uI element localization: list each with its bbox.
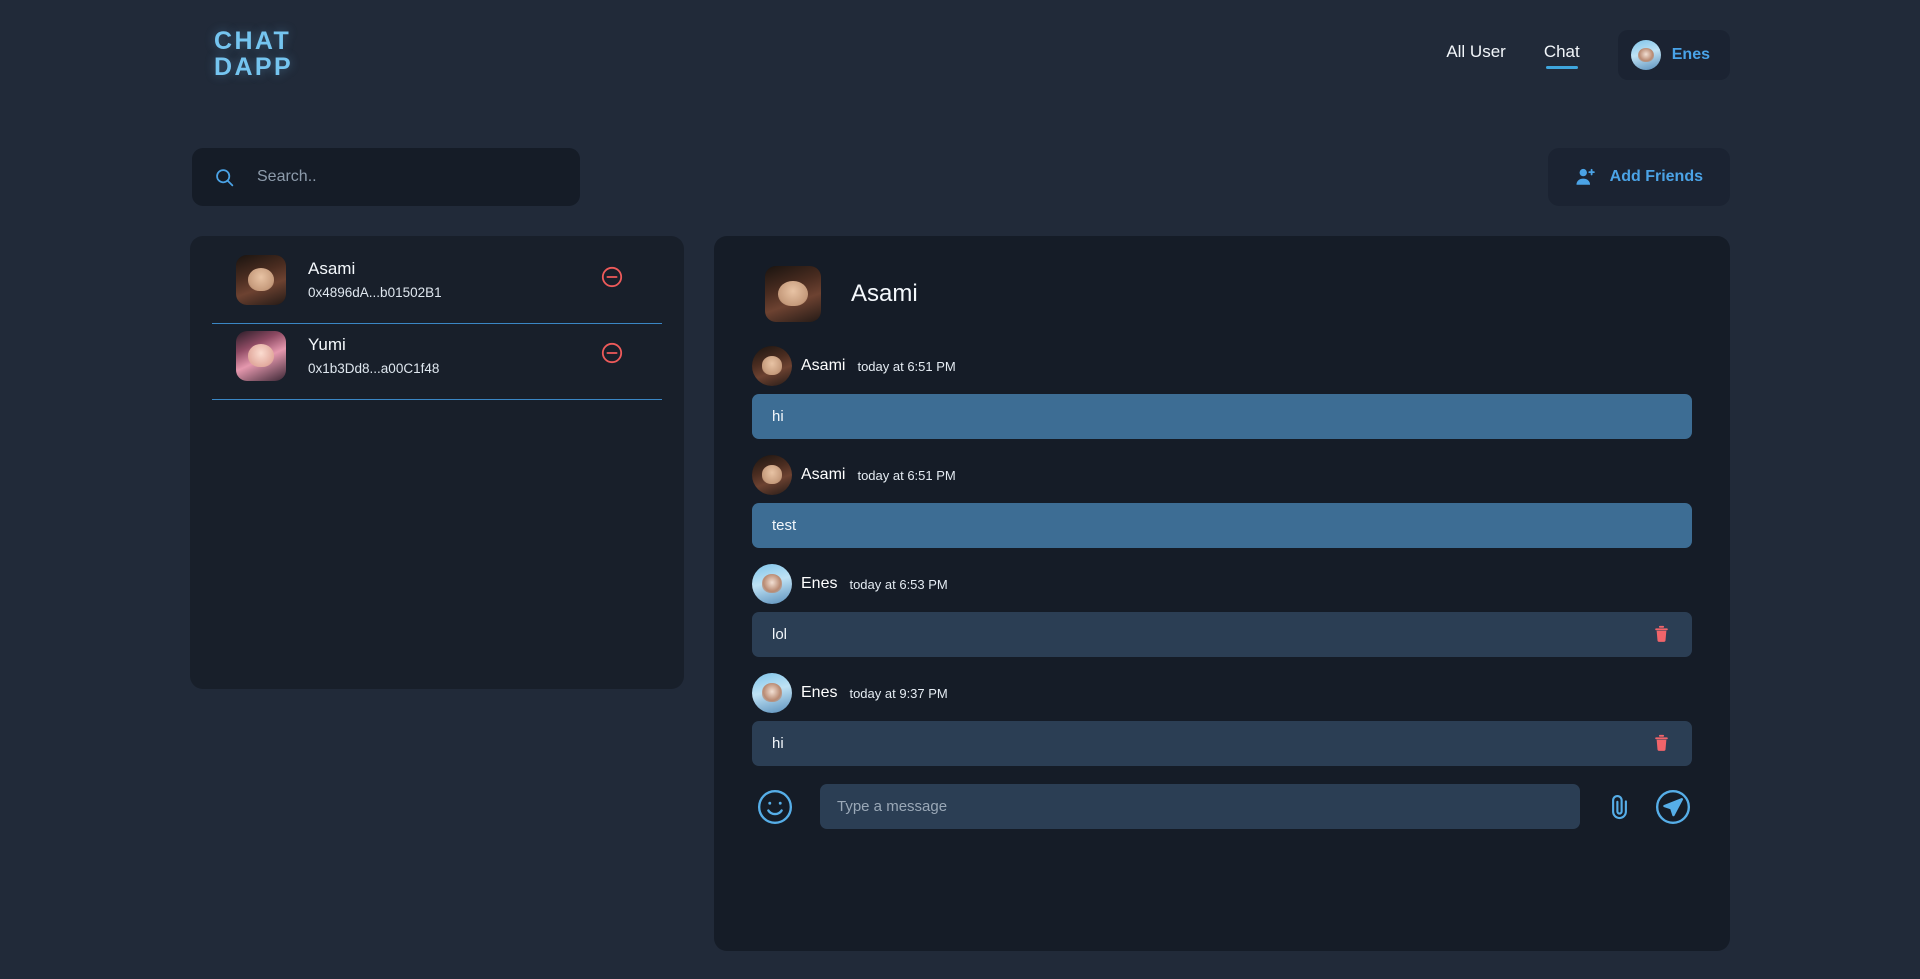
friend-details: Yumi 0x1b3Dd8...a00C1f48 [308, 335, 600, 376]
message-item: Enes today at 6:53 PM lol [752, 564, 1692, 657]
search-box[interactable] [192, 148, 580, 206]
nav-item-all-user[interactable]: All User [1446, 42, 1506, 69]
app-header: CHAT DAPP All User Chat Enes [0, 0, 1920, 110]
delete-message-icon[interactable] [1653, 732, 1670, 755]
app-logo[interactable]: CHAT DAPP [214, 27, 294, 81]
message-list: Asami today at 6:51 PM hi Asami today at… [752, 346, 1692, 766]
delete-message-icon[interactable] [1653, 623, 1670, 646]
message-author: Asami [801, 466, 846, 483]
message-composer [752, 784, 1692, 829]
message-timestamp: today at 6:53 PM [849, 576, 948, 592]
message-timestamp: today at 6:51 PM [857, 358, 956, 374]
message-bubble: hi [752, 721, 1692, 766]
search-input[interactable] [257, 168, 580, 186]
friend-address: 0x1b3Dd8...a00C1f48 [308, 361, 440, 376]
friends-list-panel: Asami 0x4896dA...b01502B1 Yumi 0x1b3Dd8.… [190, 236, 684, 689]
minus-circle-icon[interactable] [600, 265, 624, 294]
message-avatar [752, 673, 792, 713]
chat-header-title: Asami [851, 280, 918, 307]
message-text: lol [772, 626, 788, 643]
message-avatar [752, 455, 792, 495]
toolbar: Add Friends [190, 148, 1730, 206]
user-plus-icon [1575, 166, 1597, 188]
chat-header-avatar [765, 266, 821, 322]
friend-name: Yumi [308, 335, 346, 354]
send-icon[interactable] [1654, 788, 1692, 826]
message-item: Enes today at 9:37 PM hi [752, 673, 1692, 766]
message-avatar [752, 564, 792, 604]
friend-avatar [236, 254, 286, 305]
friend-details: Asami 0x4896dA...b01502B1 [308, 259, 600, 300]
message-item: Asami today at 6:51 PM test [752, 455, 1692, 548]
message-timestamp: today at 6:51 PM [857, 467, 956, 483]
message-bubble: test [752, 503, 1692, 548]
account-button[interactable]: Enes [1617, 30, 1730, 80]
message-author: Enes [801, 575, 838, 592]
chat-header: Asami [752, 258, 1692, 330]
message-meta: Enes today at 9:37 PM [752, 673, 1692, 713]
message-text: test [772, 517, 797, 534]
logo-line-1: CHAT [214, 27, 292, 56]
message-author: Asami [801, 357, 846, 374]
message-item: Asami today at 6:51 PM hi [752, 346, 1692, 439]
chat-panel: Asami Asami today at 6:51 PM hi Asami to… [714, 236, 1730, 951]
friend-address: 0x4896dA...b01502B1 [308, 285, 442, 300]
message-author: Enes [801, 684, 838, 701]
message-meta: Asami today at 6:51 PM [752, 346, 1692, 386]
logo-line-2: DAPP [214, 53, 294, 81]
add-friends-button[interactable]: Add Friends [1547, 148, 1730, 206]
main-nav: All User Chat Enes [1446, 30, 1730, 80]
search-icon [214, 167, 235, 188]
minus-circle-icon[interactable] [600, 341, 624, 370]
account-name: Enes [1671, 46, 1710, 63]
nav-item-chat[interactable]: Chat [1544, 42, 1580, 69]
message-avatar [752, 346, 792, 386]
add-friends-label: Add Friends [1609, 168, 1703, 185]
message-text: hi [772, 735, 784, 752]
message-bubble: hi [752, 394, 1692, 439]
message-meta: Asami today at 6:51 PM [752, 455, 1692, 495]
message-text: hi [772, 408, 784, 425]
friend-list-item[interactable]: Yumi 0x1b3Dd8...a00C1f48 [212, 330, 662, 400]
paperclip-icon[interactable] [1604, 791, 1634, 823]
friend-name: Asami [308, 259, 356, 278]
smiley-icon[interactable] [756, 788, 794, 826]
message-input[interactable] [820, 784, 1580, 829]
message-meta: Enes today at 6:53 PM [752, 564, 1692, 604]
friend-list-item[interactable]: Asami 0x4896dA...b01502B1 [212, 254, 662, 324]
friend-avatar [236, 330, 286, 381]
message-timestamp: today at 9:37 PM [849, 685, 948, 701]
message-bubble: lol [752, 612, 1692, 657]
app-root: CHAT DAPP All User Chat Enes Search.. Ad… [0, 0, 1920, 979]
account-avatar [1630, 40, 1661, 70]
